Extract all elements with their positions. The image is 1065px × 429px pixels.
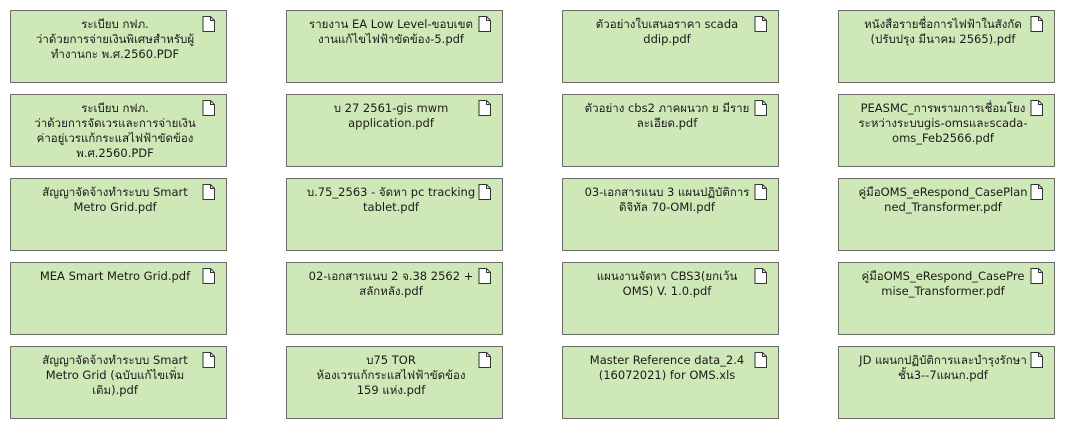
- file-tile[interactable]: 03-เอกสารแนบ 3 แผนปฏิบัติการดิจิทัล 70-O…: [562, 178, 779, 251]
- file-name-label: Master Reference data_2.4 (16072021) for…: [589, 353, 745, 382]
- document-icon: [478, 184, 491, 200]
- file-name-label: MEA Smart Metro Grid.pdf: [39, 269, 191, 283]
- document-icon: [754, 352, 767, 368]
- file-tile[interactable]: บ.75_2563 - จัดหา pc tracking tablet.pdf: [286, 178, 503, 251]
- file-tile[interactable]: บ75 TOR ห้องเวรแก้กระแสไฟฟ้าขัดข้อง 159 …: [286, 346, 503, 419]
- document-icon: [202, 100, 215, 116]
- file-name-label: ระเบียบ กฟภ. ว่าด้วยการจัดเวรและการจ่ายเ…: [34, 101, 196, 160]
- document-icon: [202, 16, 215, 32]
- file-name-label: บ 27 2561-gis mwm application.pdf: [333, 101, 449, 130]
- document-icon: [1030, 268, 1043, 284]
- file-name-label: ระเบียบ กฟภ. ว่าด้วยการจ่ายเงินพิเศษสำหร…: [35, 17, 195, 61]
- file-tile[interactable]: ตัวอย่างใบเสนอราคา scada ddip.pdf: [562, 10, 779, 83]
- file-name-label: คู่มือOMS_eRespond_CasePremise_Transform…: [861, 269, 1025, 298]
- file-name-label: บ75 TOR ห้องเวรแก้กระแสไฟฟ้าขัดข้อง 159 …: [316, 353, 466, 397]
- document-icon: [1030, 184, 1043, 200]
- file-tile[interactable]: 02-เอกสารแนบ 2 จ.38 2562 + สลักหลัง.pdf: [286, 262, 503, 335]
- file-name-label: ตัวอย่างใบเสนอราคา scada ddip.pdf: [595, 17, 739, 46]
- file-tile[interactable]: PEASMC_การพรามการเชื่อมโยงระหว่างระบบgis…: [838, 94, 1055, 167]
- file-name-label: PEASMC_การพรามการเชื่อมโยงระหว่างระบบgis…: [858, 101, 1028, 145]
- file-name-label: ตัวอย่าง cbs2 ภาคผนวก ย มีรายละเอียด.pdf: [584, 101, 750, 130]
- file-name-label: คู่มือOMS_eRespond_CasePlanned_Transform…: [858, 185, 1028, 214]
- file-tile[interactable]: ตัวอย่าง cbs2 ภาคผนวก ย มีรายละเอียด.pdf: [562, 94, 779, 167]
- file-tile[interactable]: บ 27 2561-gis mwm application.pdf: [286, 94, 503, 167]
- document-icon: [754, 16, 767, 32]
- file-tile[interactable]: คู่มือOMS_eRespond_CasePremise_Transform…: [838, 262, 1055, 335]
- document-icon: [202, 352, 215, 368]
- document-icon: [1030, 100, 1043, 116]
- document-icon: [202, 268, 215, 284]
- document-icon: [1030, 16, 1043, 32]
- document-icon: [754, 184, 767, 200]
- file-tile[interactable]: รายงาน EA Low Level-ขอบเขตงานแก้ไขไฟฟ้าข…: [286, 10, 503, 83]
- document-icon: [754, 268, 767, 284]
- file-name-label: สัญญาจัดจ้างทำระบบ Smart Metro Grid.pdf: [42, 185, 188, 214]
- document-icon: [478, 352, 491, 368]
- file-name-label: รายงาน EA Low Level-ขอบเขตงานแก้ไขไฟฟ้าข…: [309, 17, 473, 46]
- file-tile[interactable]: หนังสือรายชื่อการไฟฟ้าในสังกัด (ปรับปรุง…: [838, 10, 1055, 83]
- document-icon: [202, 184, 215, 200]
- file-name-label: หนังสือรายชื่อการไฟฟ้าในสังกัด (ปรับปรุง…: [864, 17, 1022, 46]
- file-tile[interactable]: สัญญาจัดจ้างทำระบบ Smart Metro Grid.pdf: [10, 178, 227, 251]
- file-name-label: 02-เอกสารแนบ 2 จ.38 2562 + สลักหลัง.pdf: [308, 269, 474, 298]
- file-tile[interactable]: สัญญาจัดจ้างทำระบบ Smart Metro Grid (ฉบั…: [10, 346, 227, 419]
- file-tile[interactable]: ระเบียบ กฟภ. ว่าด้วยการจัดเวรและการจ่ายเ…: [10, 94, 227, 167]
- file-tile[interactable]: MEA Smart Metro Grid.pdf: [10, 262, 227, 335]
- file-tile[interactable]: JD แผนกปฏิบัติการและบำรุงรักษา ชั้น3--7แ…: [838, 346, 1055, 419]
- file-name-label: JD แผนกปฏิบัติการและบำรุงรักษา ชั้น3--7แ…: [859, 353, 1027, 382]
- file-name-label: สัญญาจัดจ้างทำระบบ Smart Metro Grid (ฉบั…: [42, 353, 188, 397]
- file-tile[interactable]: แผนงานจัดหา CBS3(ยกเว้น OMS) V. 1.0.pdf: [562, 262, 779, 335]
- document-icon: [1030, 352, 1043, 368]
- file-name-label: แผนงานจัดหา CBS3(ยกเว้น OMS) V. 1.0.pdf: [596, 269, 738, 298]
- file-name-label: บ.75_2563 - จัดหา pc tracking tablet.pdf: [306, 185, 476, 214]
- document-icon: [478, 268, 491, 284]
- file-tile[interactable]: คู่มือOMS_eRespond_CasePlanned_Transform…: [838, 178, 1055, 251]
- file-tile[interactable]: Master Reference data_2.4 (16072021) for…: [562, 346, 779, 419]
- file-tile[interactable]: ระเบียบ กฟภ. ว่าด้วยการจ่ายเงินพิเศษสำหร…: [10, 10, 227, 83]
- document-icon: [478, 100, 491, 116]
- document-icon: [754, 100, 767, 116]
- document-icon: [478, 16, 491, 32]
- file-name-label: 03-เอกสารแนบ 3 แผนปฏิบัติการดิจิทัล 70-O…: [584, 185, 750, 214]
